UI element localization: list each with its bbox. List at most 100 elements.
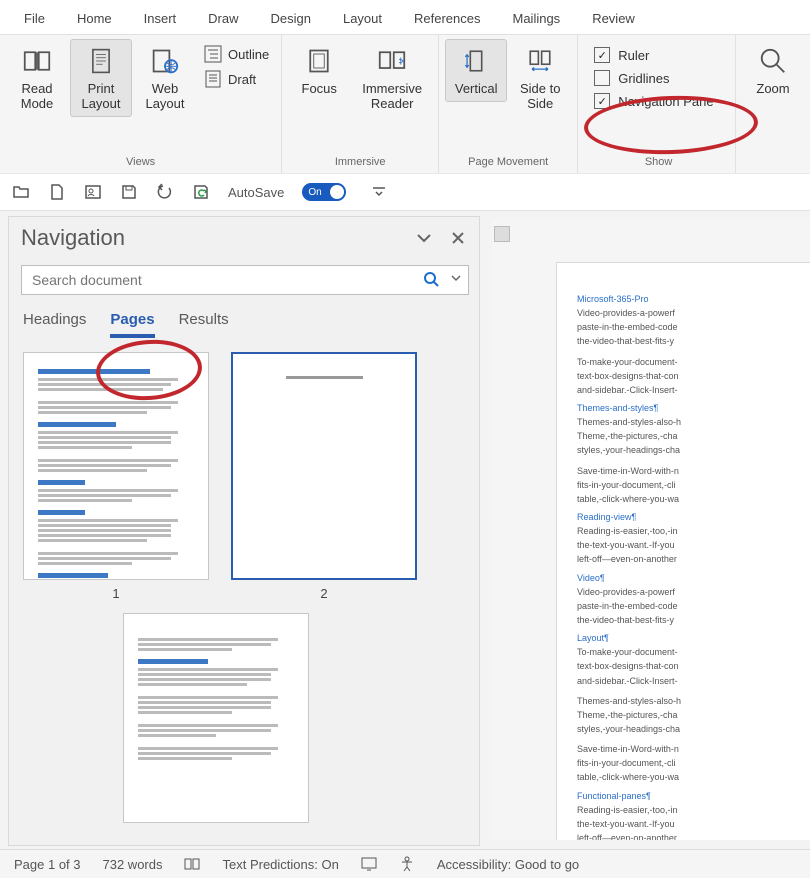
tab-review[interactable]: Review [576, 5, 651, 34]
collapse-icon[interactable] [415, 231, 433, 245]
thumbnail-page-2[interactable]: 2 [231, 352, 417, 601]
accessibility-icon[interactable] [399, 856, 415, 872]
page-number-1: 1 [112, 586, 119, 601]
doc-heading: Layout¶ [577, 632, 810, 644]
status-text-predictions[interactable]: Text Predictions: On [222, 857, 338, 872]
doc-text: Theme,-the-pictures,-cha [577, 430, 810, 442]
close-icon[interactable] [451, 231, 465, 245]
autosave-state: On [308, 187, 321, 198]
doc-text: Reading-is-easier,-too,-in [577, 525, 810, 537]
doc-text: text-box-designs-that-con [577, 370, 810, 382]
save-refresh-icon[interactable] [192, 183, 210, 201]
side-to-side-label: Side to Side [512, 82, 568, 112]
navigation-pane: Navigation Headings Pages Results [8, 216, 480, 846]
document-area[interactable]: Microsoft-365-Pro Video-provides-a-power… [492, 220, 810, 840]
thumbnail-page-1[interactable]: 1 [23, 352, 209, 601]
status-words[interactable]: 732 words [103, 857, 163, 872]
doc-text: Save-time-in-Word-with-n [577, 465, 810, 477]
menu-tabs: File Home Insert Draw Design Layout Refe… [0, 0, 810, 35]
vertical-button[interactable]: Vertical [445, 39, 507, 102]
ruler-tab-marker[interactable] [494, 226, 510, 242]
draft-button[interactable]: Draft [198, 68, 275, 90]
doc-text: fits-in-your-document,-cli [577, 479, 810, 491]
search-input[interactable] [21, 265, 469, 295]
doc-text: Video-provides-a-powerf [577, 586, 810, 598]
focus-label: Focus [302, 82, 337, 97]
focus-button[interactable]: Focus [288, 39, 350, 102]
gridlines-checkbox[interactable]: Gridlines [588, 68, 719, 88]
gridlines-label: Gridlines [618, 71, 669, 86]
quick-access-toolbar: AutoSave On [0, 174, 810, 211]
contact-card-icon[interactable] [84, 183, 102, 201]
doc-text: Themes-and-styles-also-h [577, 695, 810, 707]
book-status-icon[interactable] [184, 856, 200, 872]
zoom-label: Zoom [756, 82, 789, 97]
search-dropdown-icon[interactable] [451, 273, 461, 283]
doc-text: styles,-your-headings-cha [577, 444, 810, 456]
immersive-reader-label: Immersive Reader [355, 82, 429, 112]
tab-layout[interactable]: Layout [327, 5, 398, 34]
new-document-icon[interactable] [48, 183, 66, 201]
document-page[interactable]: Microsoft-365-Pro Video-provides-a-power… [556, 262, 810, 840]
search-icon[interactable] [423, 271, 439, 287]
ruler-checkbox[interactable]: ✓Ruler [588, 45, 719, 65]
status-page[interactable]: Page 1 of 3 [14, 857, 81, 872]
nav-tab-headings[interactable]: Headings [23, 311, 86, 338]
outline-button[interactable]: Outline [198, 43, 275, 65]
ruler-label: Ruler [618, 48, 649, 63]
read-mode-button[interactable]: Read Mode [6, 39, 68, 117]
tab-design[interactable]: Design [255, 5, 327, 34]
tab-home[interactable]: Home [61, 5, 128, 34]
doc-text: paste-in-the-embed-code [577, 321, 810, 333]
immersive-reader-icon [375, 44, 409, 78]
doc-text: the-text-you-want.-If-you [577, 539, 810, 551]
zoom-button[interactable]: Zoom [742, 39, 804, 102]
doc-heading: Reading-view¶ [577, 511, 810, 523]
status-accessibility[interactable]: Accessibility: Good to go [437, 857, 579, 872]
tab-insert[interactable]: Insert [128, 5, 193, 34]
focus-icon [302, 44, 336, 78]
navigation-title: Navigation [21, 225, 125, 251]
print-layout-label: Print Layout [73, 82, 129, 112]
autosave-label: AutoSave [228, 185, 284, 200]
doc-heading: Functional-panes¶ [577, 790, 810, 802]
undo-icon[interactable] [156, 183, 174, 201]
immersive-reader-button[interactable]: Immersive Reader [352, 39, 432, 117]
doc-text: table,-click-where-you-wa [577, 493, 810, 505]
outline-icon [204, 45, 222, 63]
doc-text: the-video-that-best-fits-y [577, 614, 810, 626]
doc-text: table,-click-where-you-wa [577, 771, 810, 783]
doc-text: left-off—even-on-another [577, 553, 810, 565]
qat-overflow-icon[interactable] [370, 183, 388, 201]
nav-tab-results[interactable]: Results [179, 311, 229, 338]
doc-text: Themes-and-styles-also-h [577, 416, 810, 428]
doc-text: To-make-your-document- [577, 356, 810, 368]
doc-text: Reading-is-easier,-too,-in [577, 804, 810, 816]
save-icon[interactable] [120, 183, 138, 201]
status-bar: Page 1 of 3 732 words Text Predictions: … [0, 849, 810, 878]
side-to-side-button[interactable]: Side to Side [509, 39, 571, 117]
tab-file[interactable]: File [8, 5, 61, 34]
tab-mailings[interactable]: Mailings [497, 5, 577, 34]
doc-text: Video-provides-a-powerf [577, 307, 810, 319]
tab-references[interactable]: References [398, 5, 496, 34]
doc-text: paste-in-the-embed-code [577, 600, 810, 612]
open-folder-icon[interactable] [12, 183, 30, 201]
navigation-pane-checkbox[interactable]: ✓Navigation Pane [588, 91, 719, 111]
nav-tab-pages[interactable]: Pages [110, 311, 154, 338]
read-mode-label: Read Mode [9, 82, 65, 112]
group-views: Read Mode Print Layout Web Layout Outlin… [0, 35, 282, 173]
display-settings-icon[interactable] [361, 856, 377, 872]
vertical-scroll-icon [459, 44, 493, 78]
doc-text: Theme,-the-pictures,-cha [577, 709, 810, 721]
doc-heading: Video¶ [577, 572, 810, 584]
print-layout-button[interactable]: Print Layout [70, 39, 132, 117]
thumbnail-page-3[interactable] [123, 613, 309, 823]
web-layout-button[interactable]: Web Layout [134, 39, 196, 117]
autosave-toggle[interactable]: On [302, 183, 346, 201]
tab-draw[interactable]: Draw [192, 5, 254, 34]
ribbon: Read Mode Print Layout Web Layout Outlin… [0, 35, 810, 174]
page-layout-icon [84, 44, 118, 78]
doc-heading: Themes-and-styles¶ [577, 402, 810, 414]
side-to-side-icon [523, 44, 557, 78]
